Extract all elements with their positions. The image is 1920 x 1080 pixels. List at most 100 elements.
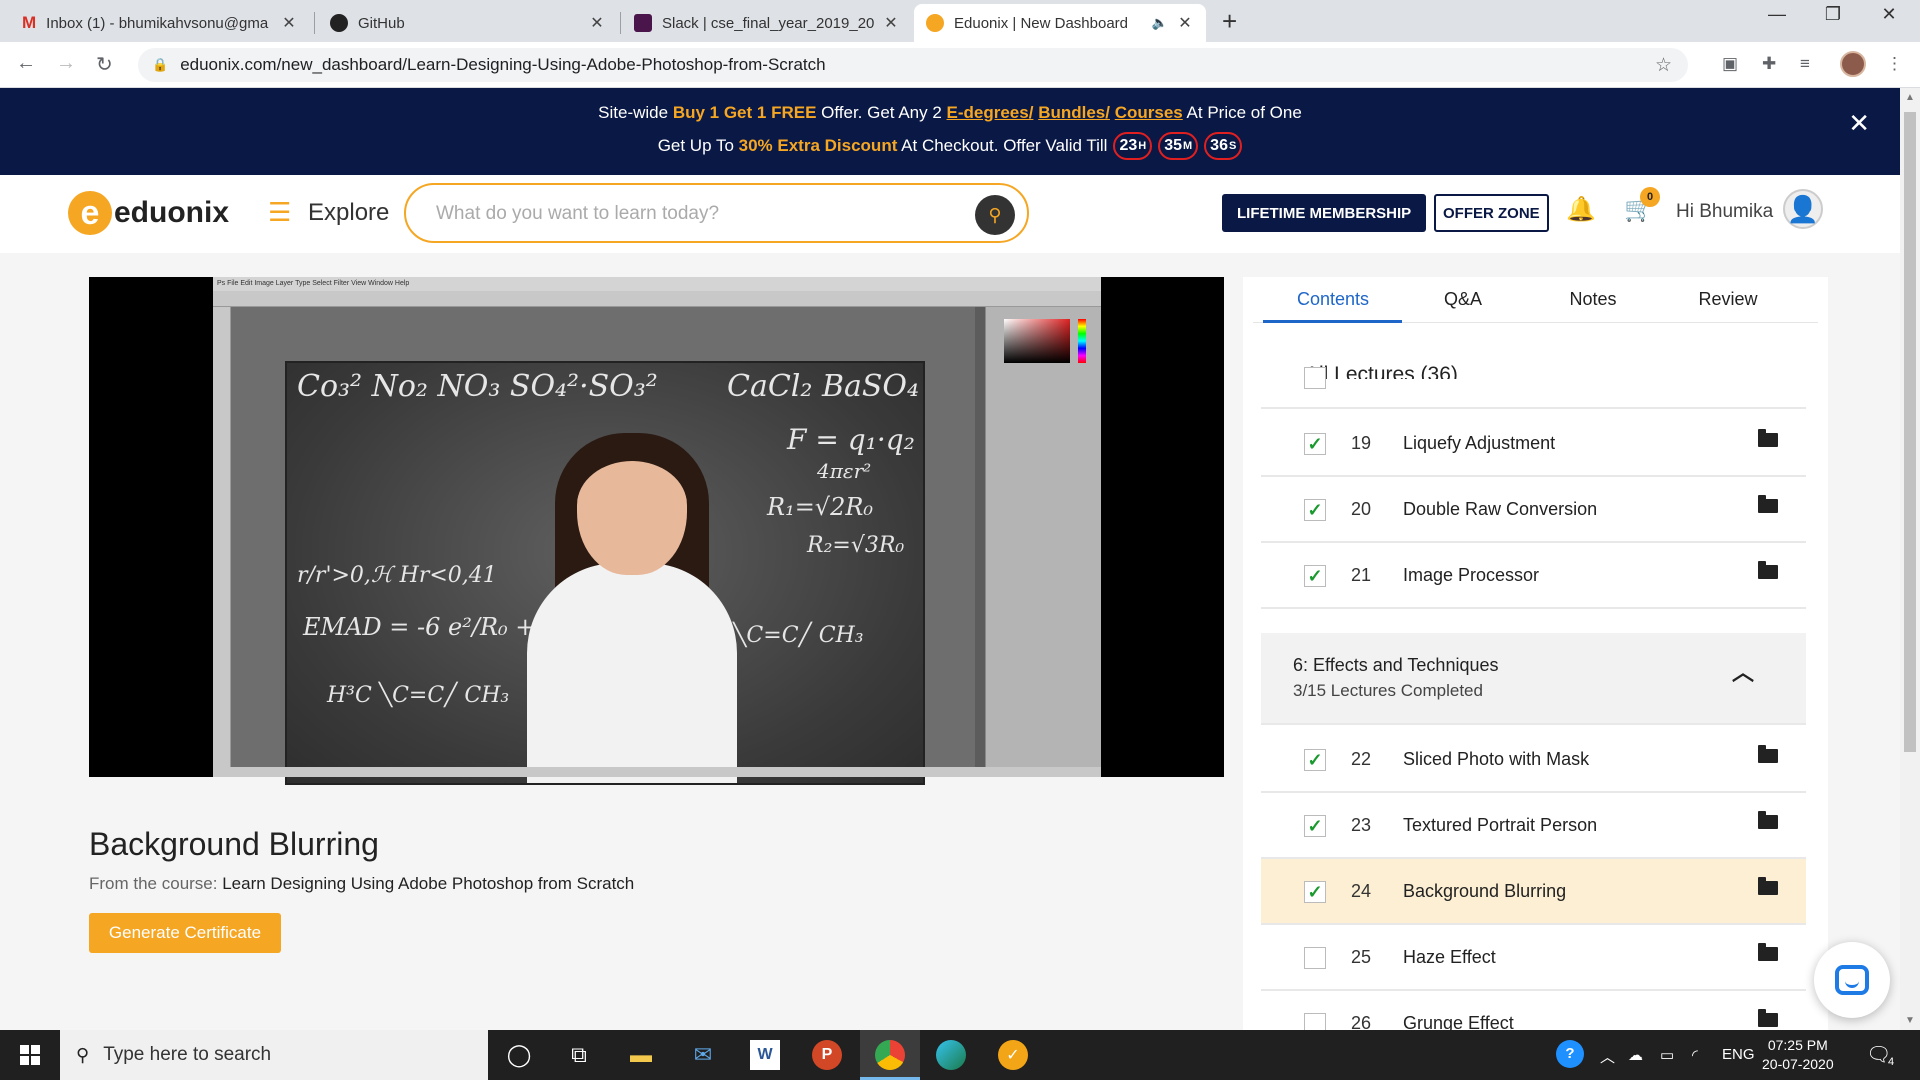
wifi-icon[interactable]: ◜: [1692, 1046, 1698, 1064]
folder-icon[interactable]: [1758, 745, 1778, 763]
folder-icon[interactable]: [1758, 495, 1778, 513]
offer-zone-button[interactable]: OFFER ZONE: [1434, 194, 1549, 232]
folder-icon[interactable]: [1758, 877, 1778, 895]
course-name-link[interactable]: Learn Designing Using Adobe Photoshop fr…: [222, 874, 634, 893]
bell-icon[interactable]: 🔔: [1566, 195, 1596, 224]
folder-icon[interactable]: [1758, 943, 1778, 961]
lecture-row[interactable]: ✓ 22 Sliced Photo with Mask: [1261, 727, 1806, 793]
checkbox-checked[interactable]: ✓: [1304, 433, 1326, 455]
page-scrollbar[interactable]: ▲ ▼: [1900, 88, 1920, 1030]
folder-icon[interactable]: [1758, 811, 1778, 829]
chevron-up-icon[interactable]: ︿: [1732, 655, 1754, 687]
speaker-icon[interactable]: 🔈: [1152, 15, 1168, 31]
tab-contents[interactable]: Contents: [1271, 289, 1395, 310]
system-clock[interactable]: 07:25 PM 20-07-2020: [1762, 1036, 1834, 1074]
forward-icon[interactable]: →: [56, 52, 76, 75]
window-close-button[interactable]: ✕: [1866, 4, 1912, 25]
user-avatar-icon[interactable]: 👤: [1783, 189, 1823, 229]
lifetime-membership-button[interactable]: LIFETIME MEMBERSHIP: [1222, 194, 1427, 232]
close-banner-icon[interactable]: ✕: [1848, 108, 1870, 139]
section-header[interactable]: 6: Effects and Techniques 3/15 Lectures …: [1261, 633, 1806, 725]
close-icon[interactable]: ✕: [1176, 13, 1194, 33]
checkbox-checked[interactable]: ✓: [1304, 881, 1326, 903]
close-icon[interactable]: ✕: [882, 13, 900, 33]
taskbar-search-placeholder: Type here to search: [103, 1044, 272, 1065]
search-icon[interactable]: ⚲: [975, 195, 1015, 235]
start-button[interactable]: [0, 1030, 60, 1080]
new-tab-button[interactable]: +: [1222, 6, 1237, 37]
lecture-row-current[interactable]: ✓ 24 Background Blurring: [1261, 859, 1806, 925]
task-view-icon[interactable]: ⧉: [564, 1040, 594, 1070]
chat-widget-button[interactable]: [1814, 942, 1890, 1018]
menu-dots-icon[interactable]: ⋮: [1886, 54, 1903, 74]
battery-icon[interactable]: ▭: [1660, 1046, 1674, 1064]
onedrive-icon[interactable]: ☁: [1628, 1046, 1643, 1064]
folder-icon[interactable]: [1758, 429, 1778, 447]
maximize-button[interactable]: ❐: [1810, 4, 1856, 25]
language-indicator[interactable]: ENG: [1722, 1046, 1755, 1063]
lecture-row[interactable]: ✓ 23 Textured Portrait Person: [1261, 793, 1806, 859]
media-queue-icon[interactable]: ≡: [1800, 54, 1810, 74]
bundles-link[interactable]: Bundles/: [1038, 103, 1110, 122]
tray-chevron-up-icon[interactable]: ︿: [1600, 1046, 1615, 1067]
tab-slack[interactable]: Slack | cse_final_year_2019_20 | A ✕: [622, 4, 912, 42]
word-icon[interactable]: W: [750, 1040, 780, 1070]
tab-title: GitHub: [358, 14, 405, 32]
lecture-row[interactable]: 26 Grunge Effect: [1261, 991, 1806, 1030]
lecture-row[interactable]: 25 Haze Effect: [1261, 925, 1806, 991]
extensions-puzzle-icon[interactable]: ✚: [1762, 54, 1776, 74]
tab-review[interactable]: Review: [1673, 289, 1783, 310]
powerpoint-icon[interactable]: P: [812, 1040, 842, 1070]
extension-doc-icon[interactable]: ▣: [1722, 54, 1738, 74]
checkbox[interactable]: [1304, 1013, 1326, 1030]
help-icon[interactable]: ?: [1556, 1040, 1584, 1068]
tab-github[interactable]: GitHub ✕: [318, 4, 618, 42]
close-icon[interactable]: ✕: [588, 13, 606, 33]
minimize-button[interactable]: —: [1754, 4, 1800, 25]
checkbox[interactable]: [1304, 367, 1326, 389]
lecture-row[interactable]: ✓ 19 Liquefy Adjustment: [1261, 411, 1806, 477]
folder-icon[interactable]: [1758, 561, 1778, 579]
section-progress: 3/15 Lectures Completed: [1293, 681, 1483, 700]
checkbox-checked[interactable]: ✓: [1304, 749, 1326, 771]
video-player[interactable]: Ps File Edit Image Layer Type Select Fil…: [89, 277, 1224, 785]
scroll-down-icon[interactable]: ▼: [1905, 1015, 1915, 1026]
generate-certificate-button[interactable]: Generate Certificate: [89, 913, 281, 953]
checkbox[interactable]: [1304, 947, 1326, 969]
edge-icon[interactable]: [936, 1040, 966, 1070]
promo-text: Get Up To: [657, 136, 739, 155]
edegrees-link[interactable]: E-degrees/: [947, 103, 1034, 122]
scrollbar-thumb[interactable]: [1904, 112, 1916, 752]
cortana-icon[interactable]: ◯: [504, 1040, 534, 1070]
scroll-up-icon[interactable]: ▲: [1905, 92, 1915, 103]
bookmark-star-icon[interactable]: ☆: [1655, 54, 1672, 77]
lecture-name: Grunge Effect: [1403, 1013, 1514, 1030]
taskbar-search[interactable]: ⚲ Type here to search: [60, 1030, 488, 1080]
folder-icon[interactable]: [1758, 1009, 1778, 1027]
mail-icon[interactable]: ✉: [688, 1040, 718, 1070]
norton-icon[interactable]: ✓: [998, 1040, 1028, 1070]
checkbox-checked[interactable]: ✓: [1304, 499, 1326, 521]
close-icon[interactable]: ✕: [280, 13, 298, 33]
tab-notes[interactable]: Notes: [1543, 289, 1643, 310]
reload-icon[interactable]: ↻: [96, 52, 113, 77]
lecture-row[interactable]: ✓ 20 Double Raw Conversion: [1261, 477, 1806, 543]
tab-eduonix[interactable]: Eduonix | New Dashboard 🔈 ✕: [914, 4, 1206, 42]
user-greeting[interactable]: Hi Bhumika: [1676, 201, 1773, 223]
url-field[interactable]: 🔒 eduonix.com/new_dashboard/Learn-Design…: [138, 48, 1688, 82]
hamburger-menu-icon[interactable]: ☰: [268, 197, 291, 228]
explore-link[interactable]: Explore: [308, 199, 389, 227]
tab-gmail[interactable]: M Inbox (1) - bhumikahvsonu@gma ✕: [10, 4, 310, 42]
file-explorer-icon[interactable]: ▬: [626, 1040, 656, 1070]
courses-link[interactable]: Courses: [1115, 103, 1183, 122]
lecture-row-partial[interactable]: [1261, 367, 1806, 409]
back-icon[interactable]: ←: [16, 52, 36, 75]
eduonix-logo[interactable]: e eduonix: [68, 191, 229, 235]
ps-status-bar: [213, 767, 1101, 777]
profile-avatar[interactable]: [1840, 51, 1866, 77]
checkbox-checked[interactable]: ✓: [1304, 815, 1326, 837]
tab-qa[interactable]: Q&A: [1413, 289, 1513, 310]
lecture-row[interactable]: ✓ 21 Image Processor: [1261, 543, 1806, 609]
checkbox-checked[interactable]: ✓: [1304, 565, 1326, 587]
search-input[interactable]: [436, 199, 936, 229]
